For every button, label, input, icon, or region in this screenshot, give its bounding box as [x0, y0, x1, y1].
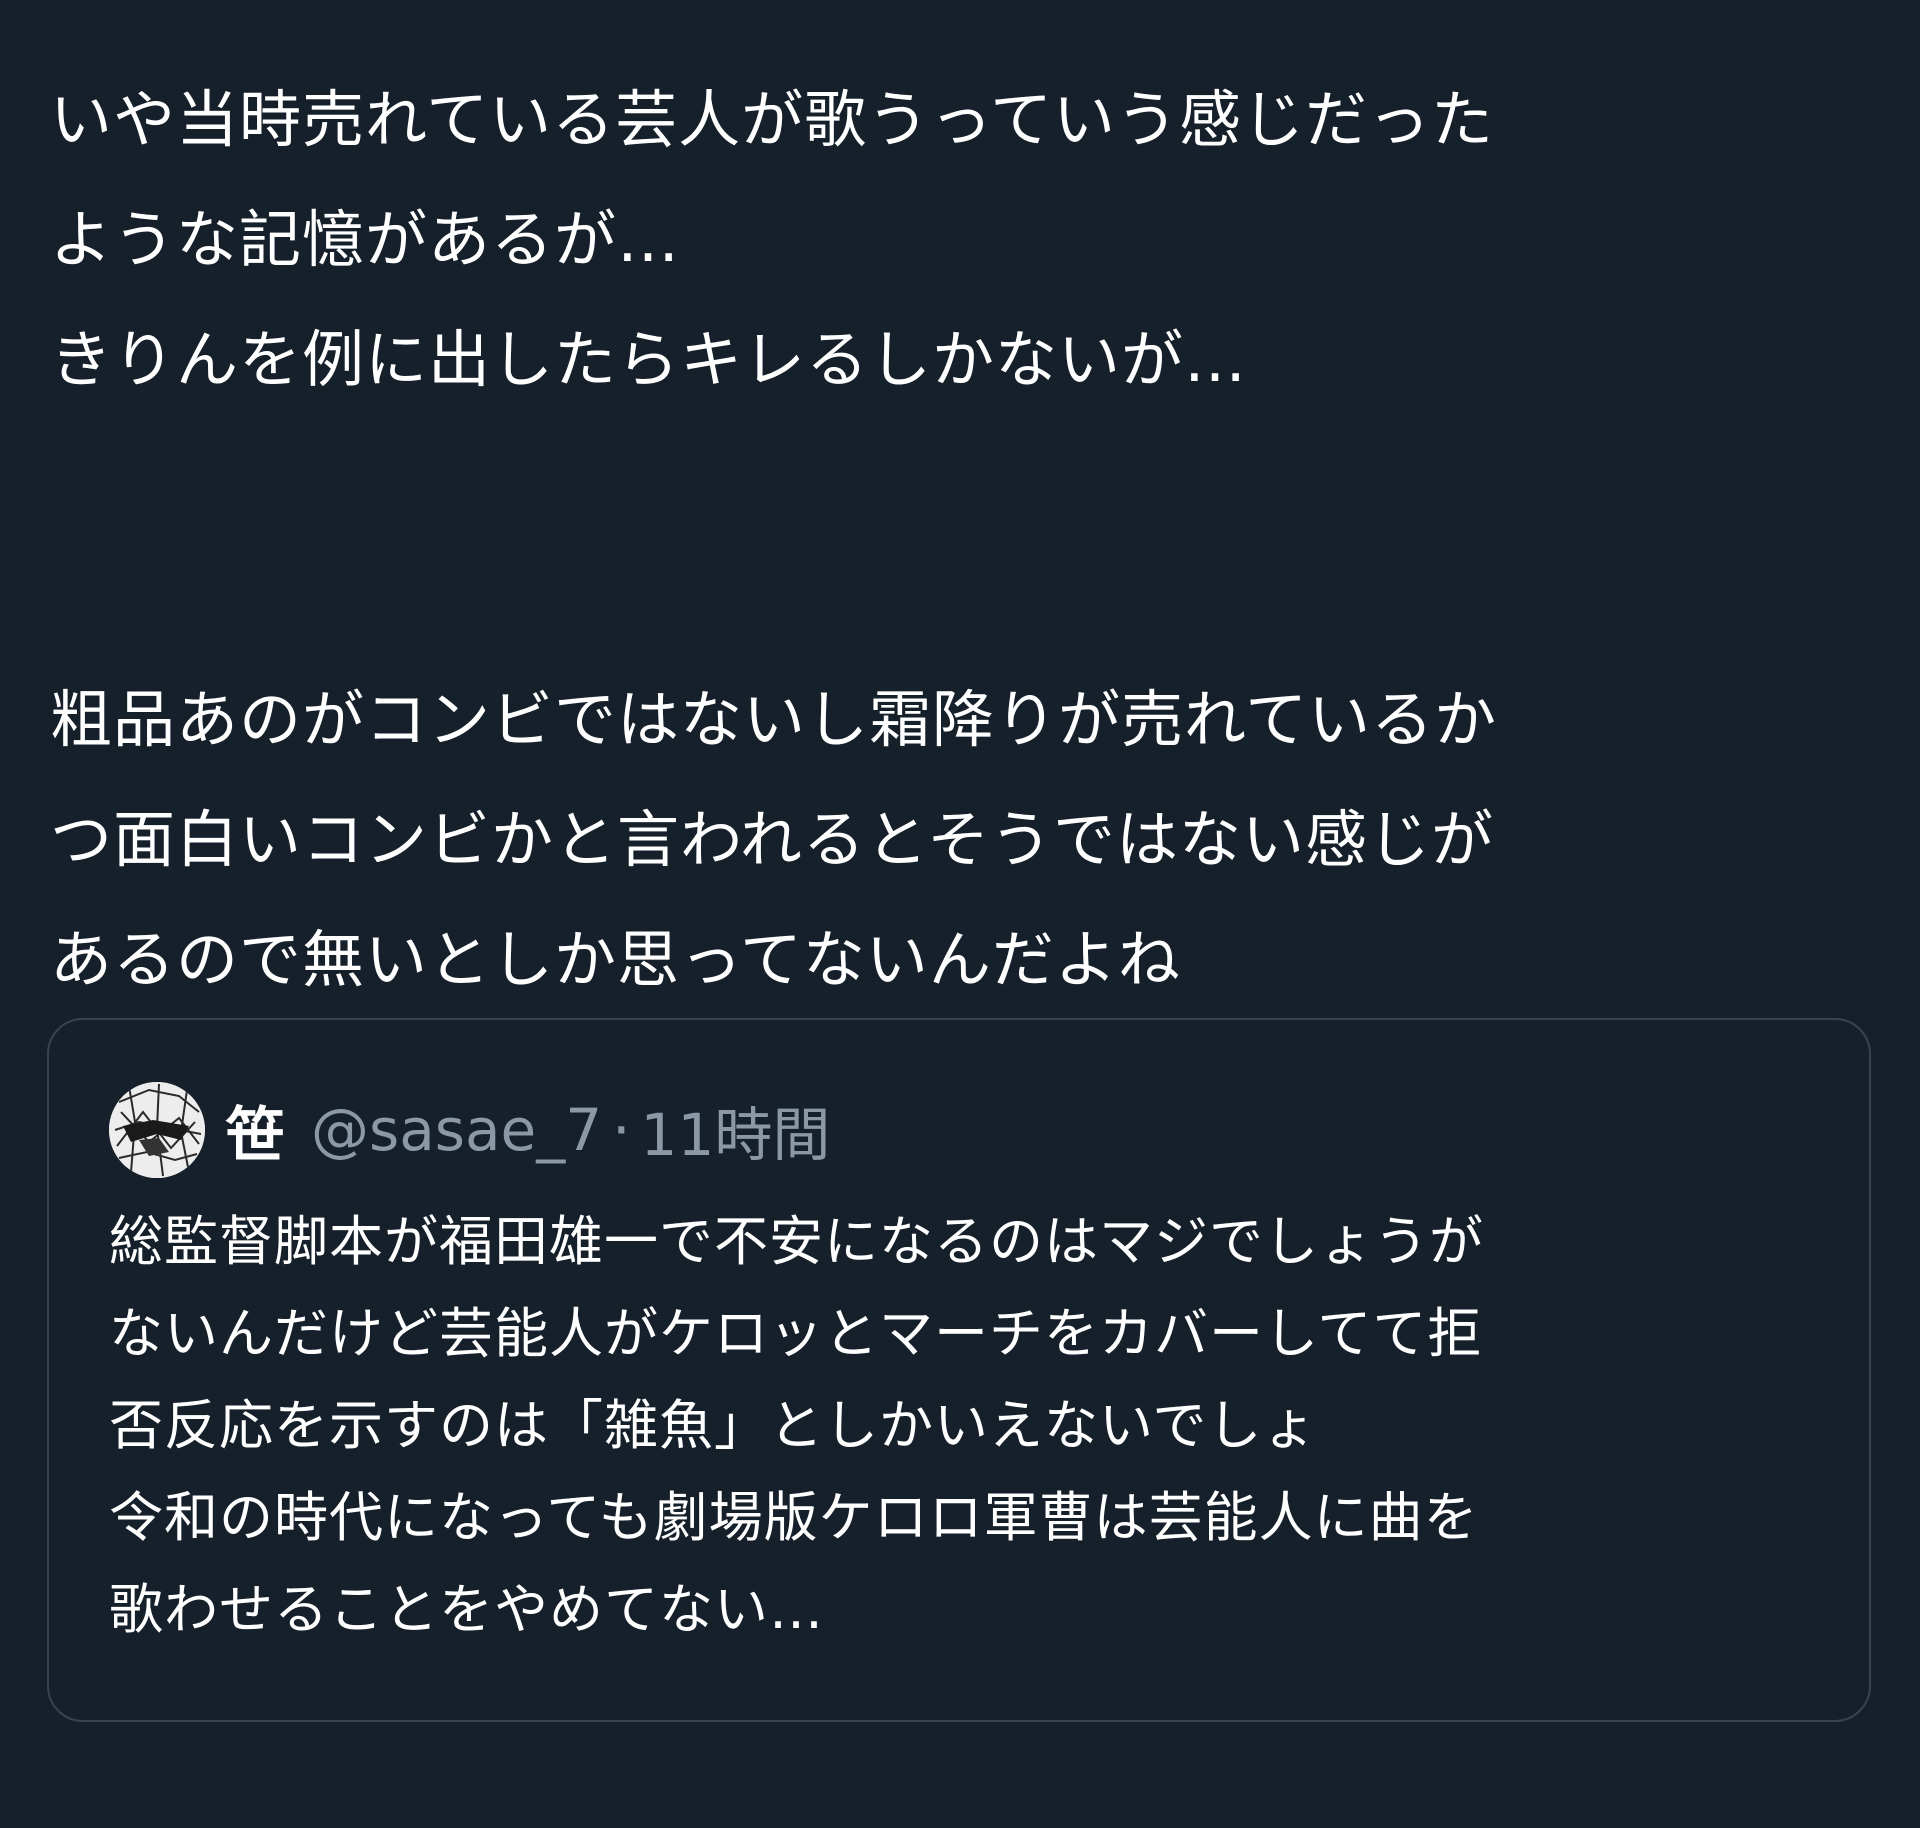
tweet-text-line: 粗品あのがコンビではないし霜降りが売れているか	[50, 683, 1498, 756]
tweet-text-line: あるので無いとしか思ってないんだよね	[50, 923, 1181, 996]
quoted-tweet-text: 総監督脚本が福田雄一で不安になるのはマジでしょうが ないんだけど芸能人がケロッと…	[109, 1196, 1829, 1656]
tweet-text-line: つ面白いコンビかと言われるとそうではない感じが	[50, 803, 1495, 876]
tweet-text-line: ような記憶があるが…	[50, 203, 681, 276]
quoted-tweet-line: 歌わせることをやめてない…	[109, 1578, 824, 1641]
quoted-tweet-line: 令和の時代になっても劇場版ケロロ軍曹は芸能人に曲を	[109, 1486, 1479, 1549]
quoted-tweet-line: 総監督脚本が福田雄一で不安になるのはマジでしょうが	[109, 1210, 1484, 1273]
avatar-icon[interactable]	[109, 1082, 205, 1178]
quoted-tweet-header: 笹 @sasae_7 · 11時間	[109, 1080, 830, 1180]
user-handle[interactable]: @sasae_7	[311, 1096, 602, 1164]
quoted-tweet-line: 否反応を示すのは「雑魚」としかいえないでしょ	[109, 1394, 1318, 1457]
separator-dot: ·	[612, 1096, 631, 1164]
tweet-text-line: いや当時売れている芸人が歌うっていう感じだった	[50, 83, 1495, 156]
quoted-tweet-line: ないんだけど芸能人がケロッとマーチをカバーしてて拒	[109, 1302, 1483, 1365]
quoted-tweet-card[interactable]: 笹 @sasae_7 · 11時間 総監督脚本が福田雄一で不安になるのはマジでし…	[47, 1018, 1871, 1722]
timestamp[interactable]: 11時間	[641, 1088, 831, 1172]
display-name[interactable]: 笹	[225, 1087, 285, 1174]
tweet-text-line: きりんを例に出したらキレるしかないが…	[50, 323, 1248, 396]
tweet-text: いや当時売れている芸人が歌うっていう感じだった ような記憶があるが… きりんを例…	[50, 60, 1850, 1020]
